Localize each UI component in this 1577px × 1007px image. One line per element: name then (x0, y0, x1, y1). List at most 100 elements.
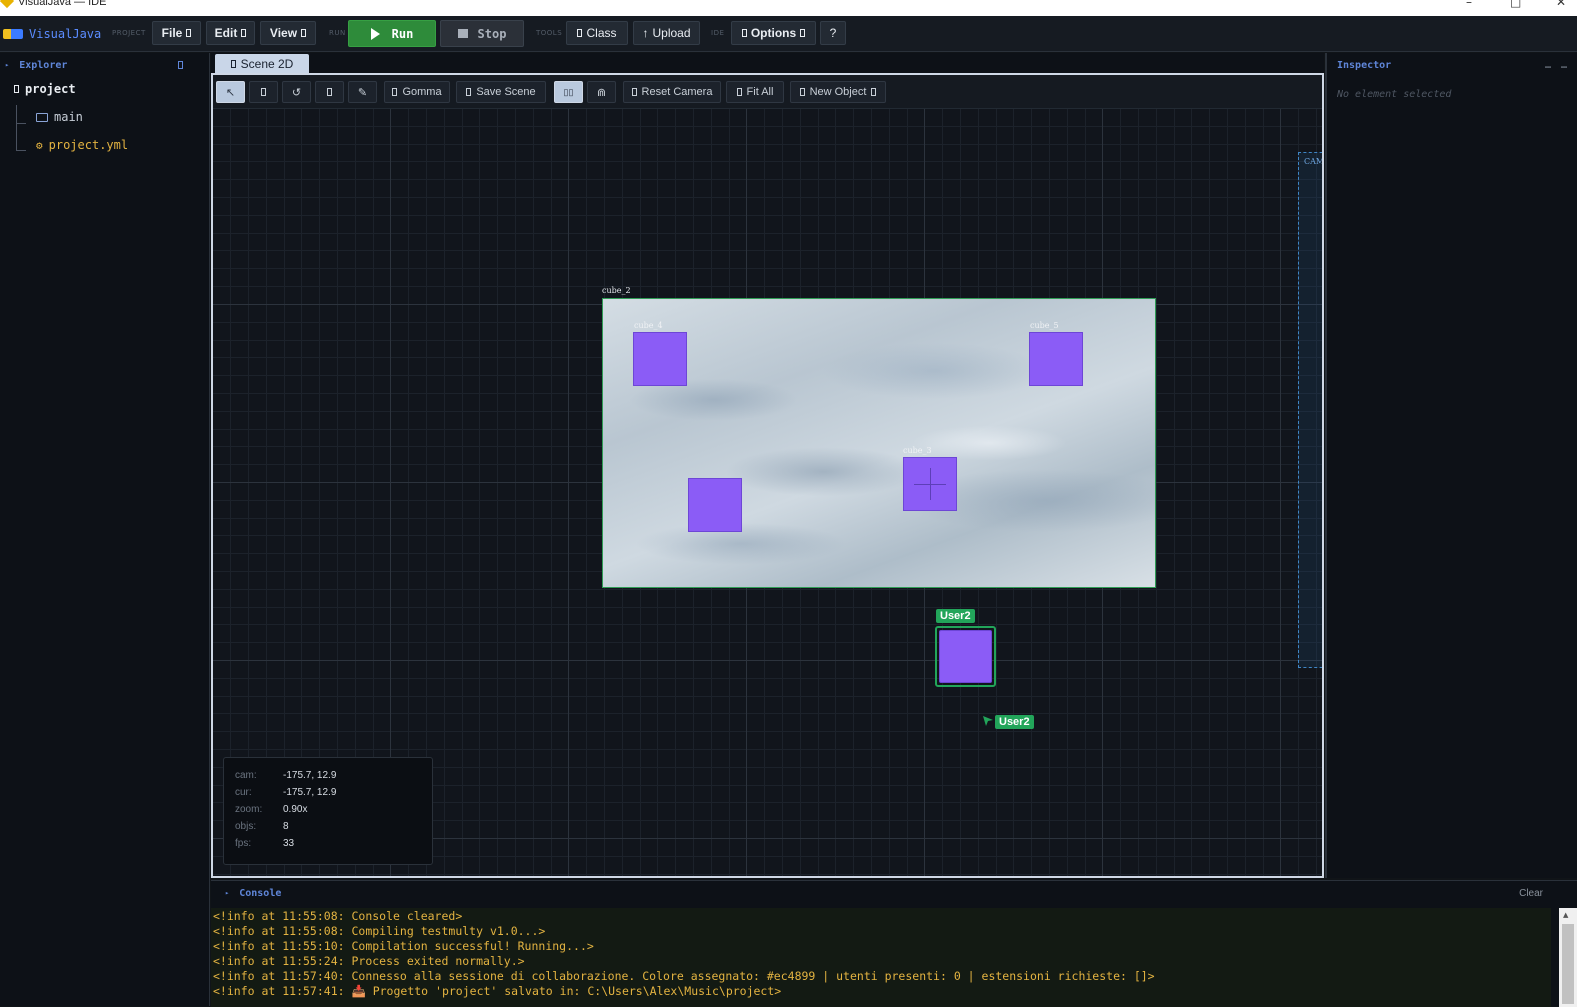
console-line: <!info at 11:57:41: 📥 Progetto 'project'… (213, 984, 782, 998)
class-button[interactable]: Class (566, 21, 628, 45)
close-icon[interactable]: ✕ (1556, 0, 1566, 9)
fit-icon (736, 88, 742, 96)
save-scene-button[interactable]: Save Scene (456, 81, 546, 103)
grid-icon: ▯▯ (563, 86, 574, 97)
explorer-title: Explorer (19, 59, 68, 71)
fit-all-button[interactable]: Fit All (726, 81, 784, 103)
cube-unlabeled[interactable] (688, 478, 742, 532)
user2-selection[interactable] (935, 626, 996, 687)
hud-key: cam: (235, 770, 257, 781)
edit-menu-button[interactable]: Edit (206, 21, 255, 45)
new-object-button[interactable]: New Object (790, 81, 886, 103)
cube-5[interactable] (1029, 332, 1083, 386)
remote-cursor-icon (983, 716, 993, 726)
run-label: Run (391, 26, 414, 41)
tab-scene-2d[interactable]: Scene 2D (215, 54, 309, 73)
reset-camera-label: Reset Camera (641, 86, 713, 98)
console-line: <!info at 11:55:08: Compiling testmulty … (213, 924, 546, 938)
tab-label: Scene 2D (240, 56, 294, 71)
rotate-tool-button[interactable]: ↺ (282, 81, 311, 103)
eraser-button[interactable]: Gomma (384, 81, 450, 103)
tree-branch (16, 150, 26, 151)
run-button[interactable]: Run (348, 20, 436, 47)
hud-value: 0.90x (283, 804, 308, 815)
group-label-run: RUN (329, 29, 346, 37)
minimize-icon[interactable]: – (1466, 0, 1472, 9)
snap-toggle-button[interactable]: ⋒ (587, 81, 616, 103)
scene-canvas[interactable]: CAM cube_2 cube_4 cube_5 cube_3 User2 Us… (213, 109, 1322, 876)
inspector-header: Inspector … … (1327, 53, 1577, 77)
stop-button[interactable]: Stop (440, 20, 524, 47)
console-line: <!info at 11:57:40: Connesso alla sessio… (213, 969, 1155, 983)
help-button[interactable]: ? (820, 21, 846, 45)
camera-bounds[interactable] (1298, 152, 1322, 668)
brush-icon: ✎ (357, 86, 368, 99)
logo-text: VisualJava (29, 27, 102, 41)
tree-item-label: project.yml (48, 138, 129, 152)
stop-icon (457, 29, 468, 38)
camera-icon (631, 88, 637, 96)
folder-icon (36, 112, 48, 122)
gear-icon (741, 29, 747, 37)
scroll-up-icon[interactable]: ▲ (1563, 911, 1568, 919)
edit-label: Edit (214, 26, 238, 40)
hud-key: fps: (235, 838, 252, 849)
scale-icon (327, 88, 332, 96)
upload-button[interactable]: ↑ Upload (633, 21, 700, 45)
window-title: VisualJava — IDE (18, 0, 107, 8)
hud-fps: fps: 33 (235, 838, 294, 849)
brush-tool-button[interactable]: ✎ (348, 81, 377, 103)
more-icon[interactable]: … … (1545, 60, 1569, 71)
logo-icon (3, 29, 23, 39)
scene-icon (230, 59, 236, 68)
gear-icon: ⚙ (36, 138, 43, 152)
fit-all-label: Fit All (746, 86, 774, 98)
cube-3[interactable] (903, 457, 957, 511)
options-button[interactable]: Options (731, 21, 816, 45)
scale-tool-button[interactable] (315, 81, 344, 103)
tree-item-main[interactable]: main (36, 110, 83, 124)
grid-toggle-button[interactable]: ▯▯ (554, 81, 583, 103)
editor-tabbar: Scene 2D (211, 53, 1324, 73)
file-menu-button[interactable]: File (152, 21, 201, 45)
console-panel: ▸ Console Clear <!info at 11:55:08: Cons… (211, 880, 1577, 1007)
eraser-icon (392, 88, 398, 96)
move-tool-button[interactable] (249, 81, 278, 103)
maximize-icon[interactable]: □ (1510, 0, 1521, 9)
hud-zoom: zoom: 0.90x (235, 804, 307, 815)
user2-object[interactable] (939, 630, 992, 683)
hud-objs: objs: 8 (235, 821, 289, 832)
magnet-icon: ⋒ (596, 86, 607, 99)
collapse-arrow-icon[interactable]: ▸ (225, 889, 229, 897)
hud-value: -175.7, 12.9 (283, 770, 337, 781)
scrollbar-thumb[interactable] (1562, 924, 1574, 1004)
cube-5-label: cube_5 (1030, 321, 1059, 330)
stop-label: Stop (477, 26, 507, 41)
chevron-down-icon (241, 29, 247, 37)
app-logo: VisualJava (3, 27, 101, 41)
console-scrollbar[interactable]: ▲ (1559, 908, 1577, 1007)
panel-menu-icon[interactable] (178, 61, 183, 69)
cube-4-label: cube_4 (634, 321, 663, 330)
hud-value: -175.7, 12.9 (283, 787, 337, 798)
eraser-label: Gomma (402, 86, 442, 98)
chevron-down-icon (301, 29, 307, 37)
camera-label: CAM (1304, 157, 1324, 166)
clear-console-button[interactable]: Clear (1519, 888, 1543, 899)
tree-item-project-yml[interactable]: ⚙ project.yml (36, 138, 128, 152)
tree-root-project[interactable]: project (14, 82, 76, 96)
cube-4[interactable] (633, 332, 687, 386)
tree-branch (16, 123, 26, 124)
rotate-icon: ↺ (291, 86, 302, 99)
view-menu-button[interactable]: View (260, 21, 316, 45)
scene-2d-editor: ↖ ↺ ✎ Gomma Save Scene ▯▯ ⋒ Reset Camera… (211, 73, 1324, 878)
reset-camera-button[interactable]: Reset Camera (623, 81, 721, 103)
tree-root-label: project (25, 82, 76, 96)
inspector-title: Inspector (1337, 59, 1392, 71)
collapse-arrow-icon[interactable]: ▸ (5, 61, 9, 69)
cursor-badge: User2 (995, 715, 1034, 729)
select-tool-button[interactable]: ↖ (216, 81, 245, 103)
chevron-down-icon (186, 29, 192, 37)
upload-icon: ↑ (642, 26, 649, 40)
save-scene-label: Save Scene (476, 86, 536, 98)
